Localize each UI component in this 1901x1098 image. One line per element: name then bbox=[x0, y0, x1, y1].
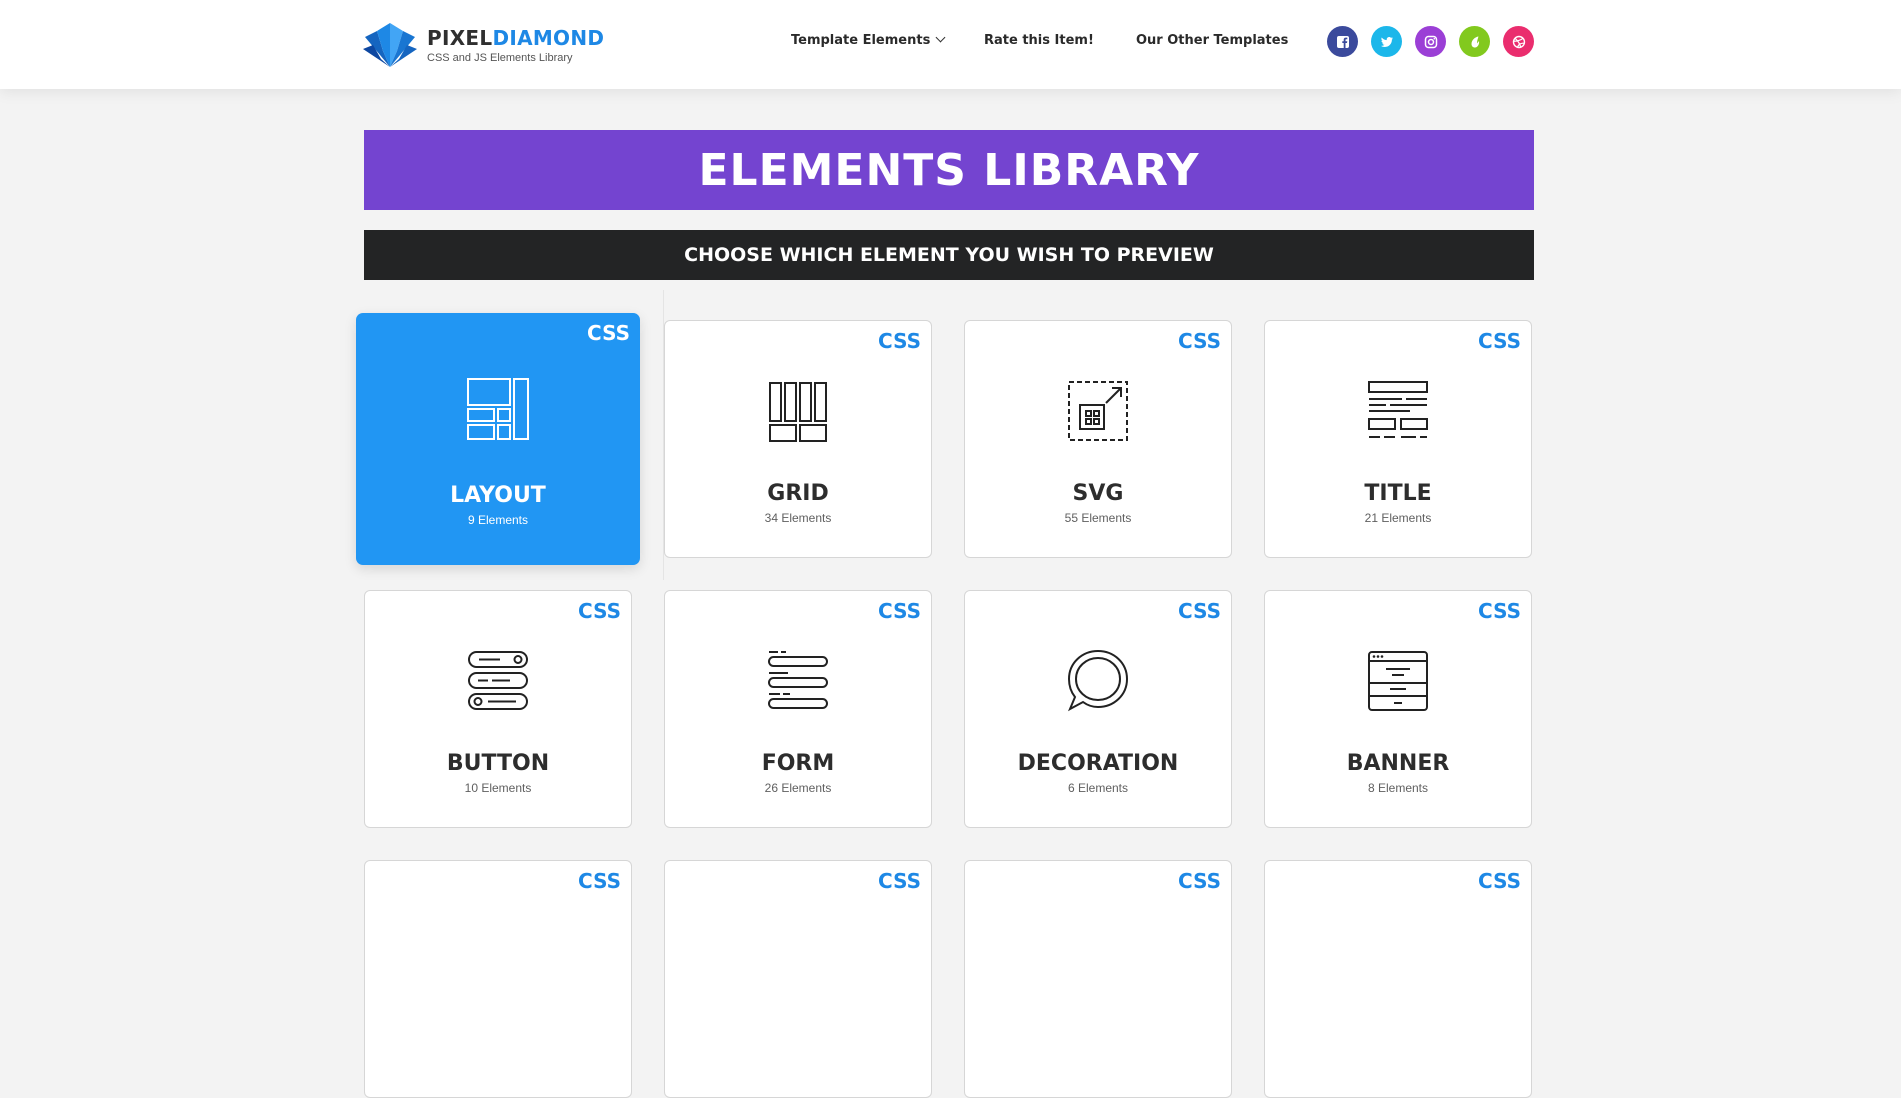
css-badge: CSS bbox=[1478, 869, 1521, 893]
facebook-icon[interactable] bbox=[1327, 26, 1358, 57]
element-card-grid[interactable]: CSS GRID 34 Elements bbox=[664, 320, 932, 558]
envato-icon[interactable] bbox=[1459, 26, 1490, 57]
element-card-decoration[interactable]: CSS DECORATION 6 Elements bbox=[964, 590, 1232, 828]
element-card-form[interactable]: CSS FORM 26 Elements bbox=[664, 590, 932, 828]
card-count: 10 Elements bbox=[464, 781, 532, 795]
card-count: 34 Elements bbox=[764, 511, 832, 525]
css-badge: CSS bbox=[587, 321, 630, 345]
instagram-icon[interactable] bbox=[1415, 26, 1446, 57]
card-title: DECORATION bbox=[1017, 751, 1179, 776]
instruction-text: CHOOSE WHICH ELEMENT YOU WISH TO PREVIEW bbox=[684, 244, 1214, 266]
title-icon bbox=[1368, 381, 1428, 438]
card-title: BANNER bbox=[1346, 751, 1450, 776]
card-title: FORM bbox=[761, 751, 835, 776]
svg-icon bbox=[1068, 381, 1128, 441]
instruction-bar: CHOOSE WHICH ELEMENT YOU WISH TO PREVIEW bbox=[364, 230, 1534, 280]
card-title: BUTTON bbox=[446, 751, 550, 776]
brand-logo[interactable]: PIXELDIAMOND CSS and JS Elements Library bbox=[363, 22, 604, 68]
css-badge: CSS bbox=[578, 869, 621, 893]
twitter-icon[interactable] bbox=[1371, 26, 1402, 57]
css-badge: CSS bbox=[1178, 599, 1221, 623]
css-badge: CSS bbox=[1178, 869, 1221, 893]
card-count: 8 Elements bbox=[1367, 781, 1429, 795]
card-title: LAYOUT bbox=[450, 483, 546, 508]
card-count: 21 Elements bbox=[1364, 511, 1432, 525]
nav-rate-item[interactable]: Rate this Item! bbox=[984, 33, 1094, 48]
css-badge: CSS bbox=[578, 599, 621, 623]
element-card[interactable]: CSS bbox=[1264, 860, 1532, 1098]
dribbble-icon[interactable] bbox=[1503, 26, 1534, 57]
element-card-button[interactable]: CSS BUTTON 10 Elements bbox=[364, 590, 632, 828]
css-badge: CSS bbox=[1478, 329, 1521, 353]
card-count: 9 Elements bbox=[467, 513, 529, 527]
banner-icon bbox=[1368, 651, 1428, 711]
button-icon bbox=[468, 651, 528, 710]
brand-tagline: CSS and JS Elements Library bbox=[427, 51, 573, 64]
css-badge: CSS bbox=[878, 869, 921, 893]
decoration-icon bbox=[1067, 649, 1129, 712]
element-card-title[interactable]: CSS TITLE 21 Elements bbox=[1264, 320, 1532, 558]
element-card[interactable]: CSS bbox=[964, 860, 1232, 1098]
card-count: 6 Elements bbox=[1067, 781, 1129, 795]
element-card[interactable]: CSS bbox=[664, 860, 932, 1098]
card-title: SVG bbox=[1072, 481, 1124, 506]
form-icon bbox=[768, 651, 828, 709]
diamond-logo-icon bbox=[363, 23, 417, 67]
page-title: ELEMENTS LIBRARY bbox=[698, 144, 1200, 196]
nav-template-elements[interactable]: Template Elements bbox=[791, 32, 946, 48]
chevron-down-icon bbox=[935, 32, 946, 43]
css-badge: CSS bbox=[878, 329, 921, 353]
element-card[interactable]: CSS bbox=[364, 860, 632, 1098]
element-card-banner[interactable]: CSS BANNER 8 Elements bbox=[1264, 590, 1532, 828]
card-title: TITLE bbox=[1364, 481, 1432, 506]
grid-icon bbox=[769, 382, 827, 442]
nav-other-templates[interactable]: Our Other Templates bbox=[1136, 33, 1288, 48]
brand-name: PIXELDIAMOND bbox=[427, 25, 605, 50]
css-badge: CSS bbox=[878, 599, 921, 623]
top-header: PIXELDIAMOND CSS and JS Elements Library… bbox=[0, 0, 1901, 89]
layout-icon bbox=[467, 378, 529, 440]
element-card-svg[interactable]: CSS SVG 55 Elements bbox=[964, 320, 1232, 558]
page-hero-banner: ELEMENTS LIBRARY bbox=[364, 130, 1534, 210]
card-count: 26 Elements bbox=[764, 781, 832, 795]
card-count: 55 Elements bbox=[1064, 511, 1132, 525]
card-title: GRID bbox=[767, 481, 829, 506]
element-card-layout[interactable]: CSS LAYOUT 9 Elements bbox=[356, 313, 640, 565]
css-badge: CSS bbox=[1478, 599, 1521, 623]
css-badge: CSS bbox=[1178, 329, 1221, 353]
